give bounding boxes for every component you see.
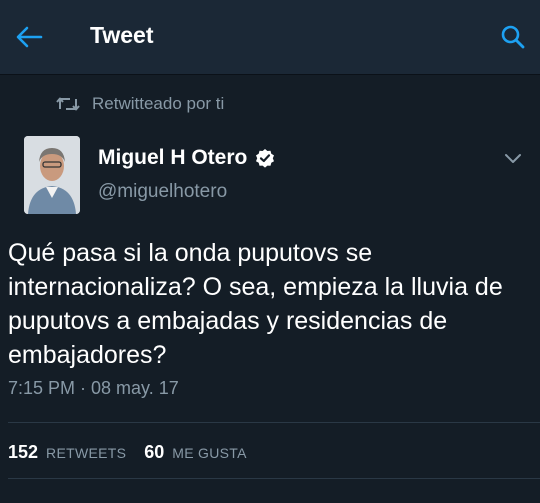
divider (8, 478, 540, 479)
search-icon (501, 25, 525, 49)
tweet-timestamp[interactable]: 7:15 PM · 08 may. 17 (8, 378, 179, 399)
likes-label[interactable]: ME GUSTA (172, 445, 246, 461)
author-photo (24, 136, 80, 214)
tweet-options-button[interactable] (500, 146, 526, 172)
retweets-label[interactable]: RETWEETS (46, 445, 126, 461)
app-header: Tweet (0, 0, 540, 75)
author-name[interactable]: Miguel H Otero (98, 146, 247, 170)
search-button[interactable] (496, 20, 530, 54)
author-name-row: Miguel H Otero (98, 146, 275, 170)
retweet-context-text: Retwitteado por ti (92, 94, 225, 113)
verified-badge-icon (256, 149, 275, 168)
divider (8, 422, 540, 423)
tweet-stats: 152 RETWEETS 60 ME GUSTA (8, 442, 247, 463)
author-handle[interactable]: @miguelhotero (98, 181, 227, 203)
retweet-context: Retwitteado por ti (56, 92, 224, 116)
page-title: Tweet (90, 22, 154, 48)
tweet-text: Qué pasa si la onda puputovs se internac… (8, 239, 503, 369)
arrow-left-icon (16, 26, 43, 48)
likes-count[interactable]: 60 (144, 442, 164, 463)
chevron-down-icon (505, 154, 521, 163)
back-button[interactable] (12, 20, 46, 54)
retweets-count[interactable]: 152 (8, 442, 38, 463)
avatar[interactable] (24, 136, 80, 214)
retweet-icon (56, 97, 80, 111)
